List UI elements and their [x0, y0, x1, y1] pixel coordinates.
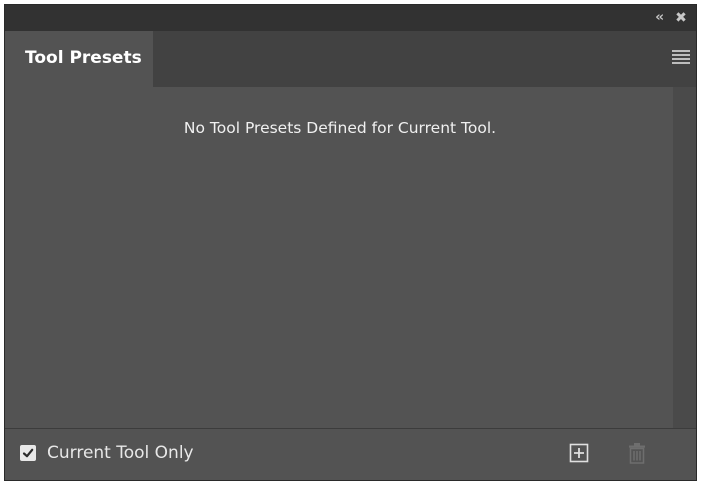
presets-list-area: No Tool Presets Defined for Current Tool…	[5, 87, 675, 430]
new-preset-plus-icon[interactable]	[569, 443, 589, 463]
tab-tool-presets[interactable]: Tool Presets	[5, 31, 153, 87]
current-tool-only-checkbox[interactable]	[20, 445, 36, 461]
panel-titlebar: ‹‹ ✖	[5, 5, 696, 31]
close-panel-icon[interactable]: ✖	[672, 9, 690, 27]
hamburger-menu-icon[interactable]	[672, 50, 690, 64]
panel-footer: Current Tool Only	[5, 428, 696, 480]
current-tool-only-label[interactable]: Current Tool Only	[47, 442, 194, 464]
empty-state-message: No Tool Presets Defined for Current Tool…	[183, 119, 497, 137]
collapse-panel-icon[interactable]: ‹‹	[655, 9, 664, 27]
vertical-scrollbar[interactable]	[673, 87, 696, 430]
checkmark-icon	[22, 448, 34, 458]
trash-icon[interactable]	[627, 442, 647, 464]
tool-presets-panel: ‹‹ ✖ Tool Presets No Tool Presets Define…	[4, 4, 697, 481]
tab-bar: Tool Presets	[5, 31, 696, 87]
